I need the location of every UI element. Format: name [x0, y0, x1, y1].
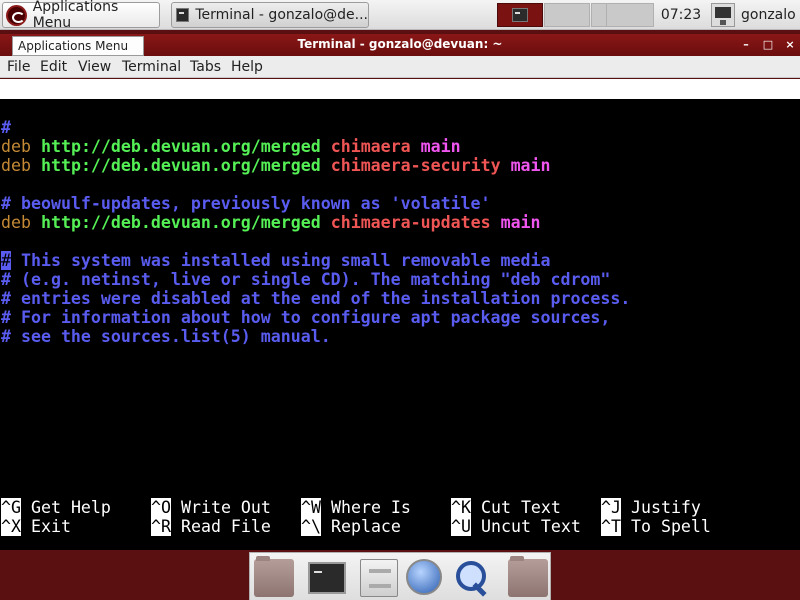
shortcut-key: ^X — [1, 517, 21, 536]
text-cursor: # — [1, 251, 11, 270]
shortcut-uncut-text[interactable]: ^U Uncut Text — [451, 517, 581, 536]
deb-keyword: deb — [1, 213, 31, 232]
shortcut-key: ^G — [1, 498, 21, 517]
repo-url: http://deb.devuan.org/merged — [40, 137, 321, 156]
menu-help[interactable]: Help — [231, 59, 263, 75]
shortcut-justify[interactable]: ^J Justify — [601, 498, 701, 517]
menu-tabs[interactable]: Tabs — [190, 59, 221, 75]
shortcut-get-help[interactable]: ^G Get Help — [1, 498, 111, 517]
shortcut-key: ^W — [301, 498, 321, 517]
shortcut-label: Read File — [180, 517, 271, 536]
editor-line: # entries were disabled at the end of th… — [1, 289, 630, 308]
shortcut-key: ^U — [451, 517, 471, 536]
taskbar-terminal-button[interactable]: Terminal - gonzalo@de... — [171, 2, 369, 28]
shortcut-where-is[interactable]: ^W Where Is — [301, 498, 411, 517]
component-name: main — [500, 213, 541, 232]
applications-menu-tooltip: Applications Menu — [12, 36, 144, 56]
minimize-button[interactable]: – — [738, 37, 754, 53]
workspace-2[interactable] — [544, 3, 590, 27]
menu-bar: File Edit View Terminal Tabs Help — [0, 56, 800, 78]
shortcut-key: ^T — [601, 517, 621, 536]
suite-name: chimaera-security — [330, 156, 501, 175]
suite-name: chimaera-updates — [330, 213, 491, 232]
nano-status: Modified — [681, 139, 761, 158]
repo-url: http://deb.devuan.org/merged — [40, 213, 321, 232]
taskbar-terminal-label: Terminal - gonzalo@de... — [195, 7, 368, 23]
shortcut-label: Uncut Text — [480, 517, 581, 536]
shortcut-key: ^J — [601, 498, 621, 517]
shortcut-to-spell[interactable]: ^T To Spell — [601, 517, 711, 536]
close-button[interactable]: × — [782, 37, 798, 53]
menu-edit[interactable]: Edit — [40, 59, 67, 75]
shortcut-label: Write Out — [180, 498, 271, 517]
shortcut-write-out[interactable]: ^O Write Out — [151, 498, 271, 517]
workspace-4[interactable] — [606, 3, 654, 27]
editor-line: # This system was installed using small … — [1, 251, 550, 270]
editor-line: # see the sources.list(5) manual. — [1, 327, 331, 346]
comment-text: # beowulf-updates, previously known as '… — [1, 194, 491, 213]
terminal-scrollbar[interactable] — [785, 99, 800, 550]
home-folder-icon[interactable] — [254, 556, 294, 597]
shortcut-key: ^K — [451, 498, 471, 517]
devuan-logo-icon — [6, 4, 27, 26]
comment-text: # (e.g. netinst, live or single CD). The… — [1, 270, 611, 289]
component-name: main — [510, 156, 551, 175]
user-name[interactable]: gonzalo — [741, 0, 796, 30]
shortcut-read-file[interactable]: ^R Read File — [151, 517, 271, 536]
clock[interactable]: 07:23 — [654, 0, 708, 30]
shortcut-label: Justify — [630, 498, 701, 517]
menu-view[interactable]: View — [78, 59, 111, 75]
folder-icon[interactable] — [508, 556, 548, 597]
shortcut-label: Where Is — [330, 498, 411, 517]
terminal-icon[interactable] — [308, 562, 346, 594]
editor-line: # — [1, 118, 11, 137]
suite-name: chimaera — [330, 137, 411, 156]
editor-line: deb http://deb.devuan.org/merged chimaer… — [1, 137, 461, 156]
comment-text: # For information about how to configure… — [1, 308, 611, 327]
shortcut-label: Get Help — [30, 498, 111, 517]
shortcut-exit[interactable]: ^X Exit — [1, 517, 71, 536]
menu-file[interactable]: File — [7, 59, 30, 75]
nano-filename: /etc/apt/sources.list — [301, 119, 511, 138]
user-icon[interactable] — [711, 3, 735, 27]
editor-line: # For information about how to configure… — [1, 308, 610, 327]
top-panel: Applications Menu Terminal - gonzalo@de.… — [0, 0, 800, 31]
terminal-icon — [512, 8, 528, 22]
component-name: main — [420, 137, 461, 156]
comment-text: This system was installed using small re… — [11, 251, 551, 270]
terminal-area[interactable]: GNU nano 3.2 /etc/apt/sources.list Modif… — [0, 79, 800, 550]
editor-line: # beowulf-updates, previously known as '… — [1, 194, 491, 213]
comment-text: # — [1, 118, 11, 137]
shortcut-key: ^\ — [301, 517, 321, 536]
shortcut-label: Cut Text — [480, 498, 561, 517]
workspace-1[interactable] — [497, 3, 543, 27]
deb-keyword: deb — [1, 137, 31, 156]
nano-header: GNU nano 3.2 /etc/apt/sources.list Modif… — [0, 79, 800, 158]
terminal-icon — [176, 8, 190, 22]
file-manager-icon[interactable] — [360, 559, 398, 597]
menu-terminal[interactable]: Terminal — [122, 59, 181, 75]
shortcut-label: Replace — [330, 517, 401, 536]
comment-text: # see the sources.list(5) manual. — [1, 327, 331, 346]
dock — [249, 552, 551, 600]
editor-line: deb http://deb.devuan.org/merged chimaer… — [1, 156, 551, 175]
maximize-button[interactable]: □ — [760, 37, 776, 53]
web-browser-icon[interactable] — [406, 559, 442, 595]
repo-url: http://deb.devuan.org/merged — [40, 156, 321, 175]
applications-menu-label: Applications Menu — [32, 0, 119, 31]
editor-line: # (e.g. netinst, live or single CD). The… — [1, 270, 610, 289]
shortcut-label: To Spell — [630, 517, 711, 536]
comment-text: # entries were disabled at the end of th… — [1, 289, 631, 308]
deb-keyword: deb — [1, 156, 31, 175]
editor-line: deb http://deb.devuan.org/merged chimaer… — [1, 213, 541, 232]
shortcut-label: Exit — [30, 517, 71, 536]
applications-menu-button[interactable]: Applications Menu — [2, 0, 160, 31]
shortcut-key: ^O — [151, 498, 171, 517]
nano-version: GNU nano 3.2 — [21, 99, 141, 118]
shortcut-cut-text[interactable]: ^K Cut Text — [451, 498, 561, 517]
search-icon[interactable] — [452, 559, 492, 597]
shortcut-replace[interactable]: ^\ Replace — [301, 517, 401, 536]
shortcut-key: ^R — [151, 517, 171, 536]
